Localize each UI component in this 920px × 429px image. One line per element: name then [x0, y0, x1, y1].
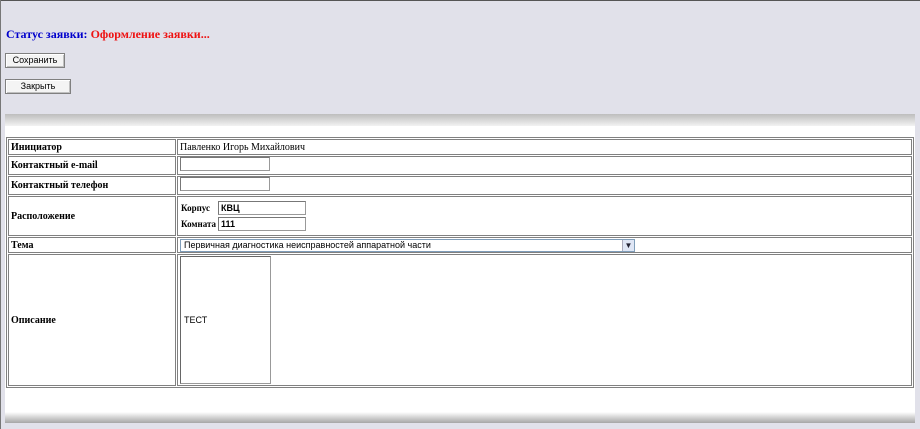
phone-row: Контактный телефон: [8, 176, 912, 195]
description-text: ТЕСТ: [184, 315, 208, 325]
topic-select[interactable]: Первичная диагностика неисправностей апп…: [180, 238, 635, 252]
close-button[interactable]: Закрыть: [5, 79, 71, 94]
initiator-label: Инициатор: [8, 139, 176, 155]
chevron-down-icon[interactable]: ▼: [622, 239, 634, 251]
email-row: Контактный e-mail: [8, 156, 912, 175]
room-field[interactable]: 111: [218, 217, 307, 231]
request-status: Статус заявки: Оформление заявки...: [6, 27, 210, 42]
topic-selected-value: Первичная диагностика неисправностей апп…: [184, 239, 431, 250]
status-label: Статус заявки:: [6, 27, 88, 41]
location-subtable: Корпус КВЦ Комната 111: [180, 200, 307, 232]
window-top-border: [0, 0, 920, 1]
topic-label: Тема: [8, 237, 176, 253]
description-label: Описание: [8, 254, 176, 386]
topic-row: Тема Первичная диагностика неисправносте…: [8, 237, 912, 253]
description-row: Описание ТЕСТ: [8, 254, 912, 386]
footer-divider: [5, 412, 915, 423]
initiator-value: Павленко Игорь Михайлович: [177, 139, 912, 155]
phone-label: Контактный телефон: [8, 176, 176, 195]
room-label: Комната: [181, 219, 217, 229]
email-label: Контактный e-mail: [8, 156, 176, 175]
email-field[interactable]: [180, 157, 270, 171]
initiator-row: Инициатор Павленко Игорь Михайлович: [8, 139, 912, 155]
location-row: Расположение Корпус КВЦ Комната 111: [8, 196, 912, 236]
status-value: Оформление заявки...: [90, 27, 210, 41]
window-left-border: [0, 0, 1, 429]
building-label: Корпус: [181, 203, 210, 213]
phone-field[interactable]: [180, 177, 270, 191]
save-button[interactable]: Сохранить: [5, 53, 65, 68]
building-field[interactable]: КВЦ: [218, 201, 307, 215]
header-divider: [5, 114, 915, 126]
request-form: Инициатор Павленко Игорь Михайлович Конт…: [6, 137, 914, 388]
location-label: Расположение: [8, 196, 176, 236]
description-textarea[interactable]: ТЕСТ: [180, 256, 271, 384]
